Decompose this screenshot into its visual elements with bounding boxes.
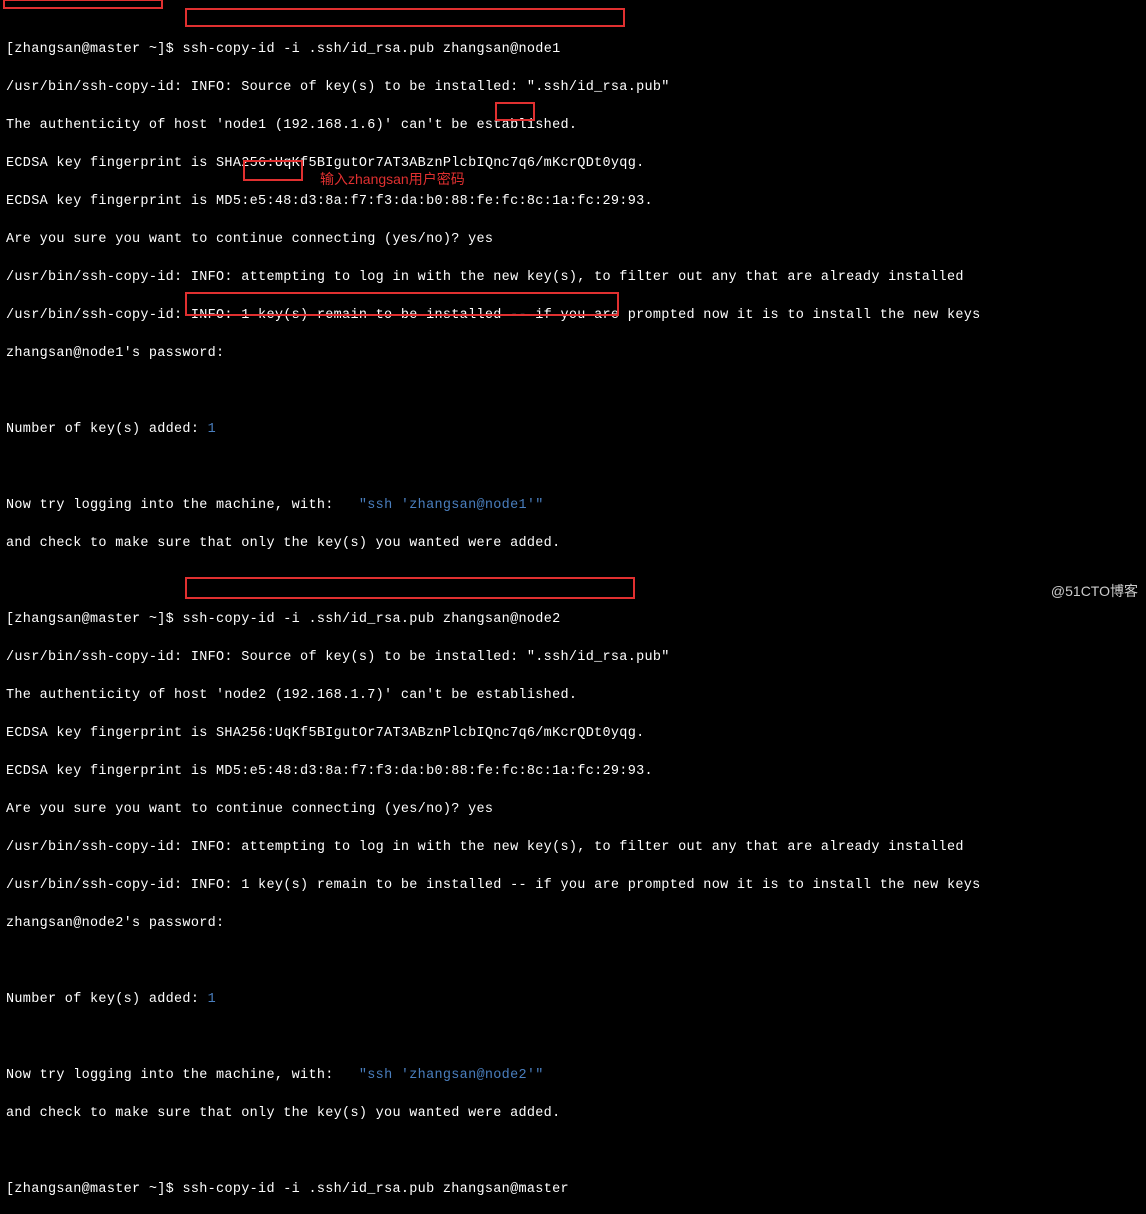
confirm-connect-2: Are you sure you want to continue connec… xyxy=(6,800,1140,819)
keys-added-count-2: 1 xyxy=(208,992,216,1007)
info-attempt-login-1: /usr/bin/ssh-copy-id: INFO: attempting t… xyxy=(6,268,1140,287)
command-node1: ssh-copy-id -i .ssh/id_rsa.pub zhangsan@… xyxy=(182,42,560,57)
info-attempt-login-2: /usr/bin/ssh-copy-id: INFO: attempting t… xyxy=(6,838,1140,857)
keys-added-label-2: Number of key(s) added: xyxy=(6,992,208,1007)
info-source-keys-1: /usr/bin/ssh-copy-id: INFO: Source of ke… xyxy=(6,78,1140,97)
auth-host-node1: The authenticity of host 'node1 (192.168… xyxy=(6,116,1140,135)
fingerprint-sha256-2: ECDSA key fingerprint is SHA256:UqKf5BIg… xyxy=(6,724,1140,743)
highlight-box-top xyxy=(3,0,163,9)
try-login-command-2: "ssh 'zhangsan@node2'" xyxy=(359,1068,544,1083)
info-keys-remain-2: /usr/bin/ssh-copy-id: INFO: 1 key(s) rem… xyxy=(6,876,1140,895)
fingerprint-sha256-1: ECDSA key fingerprint is SHA256:UqKf5BIg… xyxy=(6,154,1140,173)
check-advice-1: and check to make sure that only the key… xyxy=(6,534,1140,553)
info-keys-remain-1: /usr/bin/ssh-copy-id: INFO: 1 key(s) rem… xyxy=(6,306,1140,325)
annotation-password: 输入zhangsan用户密码 xyxy=(320,170,465,189)
confirm-connect-1: Are you sure you want to continue connec… xyxy=(6,230,1140,249)
try-login-label-1: Now try logging into the machine, with: xyxy=(6,498,359,513)
fingerprint-md5-1: ECDSA key fingerprint is MD5:e5:48:d3:8a… xyxy=(6,192,1140,211)
terminal-output[interactable]: [zhangsan@master ~]$ ssh-copy-id -i .ssh… xyxy=(6,2,1140,1214)
check-advice-2: and check to make sure that only the key… xyxy=(6,1104,1140,1123)
command-master: ssh-copy-id -i .ssh/id_rsa.pub zhangsan@… xyxy=(182,1182,568,1197)
password-prompt-2: zhangsan@node2's password: xyxy=(6,914,1140,933)
info-source-keys-2: /usr/bin/ssh-copy-id: INFO: Source of ke… xyxy=(6,648,1140,667)
prompt-node1: [zhangsan@master ~]$ xyxy=(6,42,182,57)
try-login-command-1: "ssh 'zhangsan@node1'" xyxy=(359,498,544,513)
command-node2: ssh-copy-id -i .ssh/id_rsa.pub zhangsan@… xyxy=(182,612,560,627)
fingerprint-md5-2: ECDSA key fingerprint is MD5:e5:48:d3:8a… xyxy=(6,762,1140,781)
keys-added-label-1: Number of key(s) added: xyxy=(6,422,208,437)
auth-host-node2: The authenticity of host 'node2 (192.168… xyxy=(6,686,1140,705)
keys-added-count-1: 1 xyxy=(208,422,216,437)
password-prompt-1: zhangsan@node1's password: xyxy=(6,344,1140,363)
prompt-master: [zhangsan@master ~]$ xyxy=(6,1182,182,1197)
watermark: @51CTO博客 xyxy=(1051,582,1138,601)
try-login-label-2: Now try logging into the machine, with: xyxy=(6,1068,359,1083)
prompt-node2: [zhangsan@master ~]$ xyxy=(6,612,182,627)
